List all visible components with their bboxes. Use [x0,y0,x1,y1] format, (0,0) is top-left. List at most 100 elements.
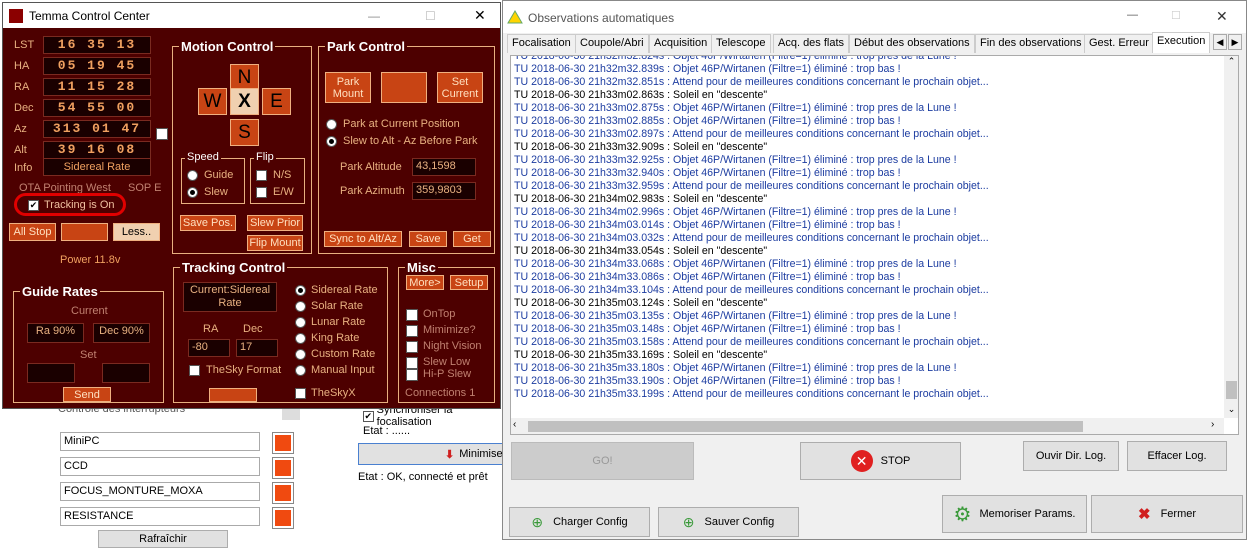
scroll-left-icon[interactable]: ‹ [513,419,516,430]
ew-checkbox[interactable] [256,187,267,198]
lunar-rate-radio[interactable] [295,317,306,328]
less-button[interactable]: Less.. [113,223,160,241]
tab-acquisition[interactable]: Acquisition [649,34,713,53]
coords-checkbox[interactable] [156,128,168,140]
disabled-button[interactable] [61,223,108,241]
tab-telescope[interactable]: Telescope [711,34,771,53]
more-button[interactable]: More> [406,275,444,290]
slew-prior-button[interactable]: Slew Prior [247,215,303,231]
ontop-checkbox[interactable] [406,309,418,321]
sidereal-rate-radio[interactable] [295,285,306,296]
log-horizontal-scrollbar[interactable]: ‹ › [511,418,1224,434]
switch-toggle-ccd[interactable] [272,457,294,479]
open-log-dir-button[interactable]: Ouvir Dir. Log. [1023,441,1119,471]
maximize-icon[interactable]: ☐ [425,9,436,23]
custom-rate-radio[interactable] [295,349,306,360]
night-vision-checkbox[interactable] [406,341,418,353]
scroll-down-icon[interactable]: ⌄ [1224,404,1238,415]
scroll-right-icon[interactable]: › [1211,419,1214,430]
slew-radio[interactable] [187,187,198,198]
king-rate-radio[interactable] [295,333,306,344]
clear-log-button[interactable]: Effacer Log. [1127,441,1227,471]
sync-alt-az-button[interactable]: Sync to Alt/Az [324,231,402,247]
log-line: TU 2018-06-30 21h35m03.158s : Attend pou… [514,336,989,348]
execution-log[interactable]: TU 2018-06-30 21h32m32.824s : Objet 46P/… [510,55,1239,435]
minimise-button[interactable]: ⬇ Minimise [358,443,505,465]
obs-close-icon[interactable]: ✕ [1216,8,1228,25]
log-line: TU 2018-06-30 21h34m33.068s : Objet 46P/… [514,258,957,270]
obs-titlebar: Observations automatiques — ☐ ✕ [503,1,1246,33]
unpark-button[interactable] [381,72,427,103]
dec-rate-input[interactable] [102,363,150,383]
hip-slew-checkbox[interactable] [406,369,418,381]
obs-maximize-icon[interactable]: ☐ [1171,9,1181,22]
solar-rate-radio[interactable] [295,301,306,312]
park-current-radio[interactable] [326,119,337,130]
obs-minimize-icon[interactable]: — [1127,9,1138,21]
theskyx-checkbox[interactable] [295,388,306,399]
temma-titlebar: Temma Control Center — ☐ ✕ [3,3,500,28]
park-save-button[interactable]: Save [409,231,447,247]
custom-rate-label: Custom Rate [311,348,376,360]
tab-acq-flats[interactable]: Acq. des flats [773,34,850,53]
guide-radio[interactable] [187,170,198,181]
minimize-icon[interactable]: — [368,9,380,23]
tab-scroll-right-icon[interactable]: ▶ [1228,34,1242,50]
tab-coupole[interactable]: Coupole/Abri [575,34,649,53]
flip-mount-button[interactable]: Flip Mount [247,235,303,251]
send-button[interactable]: Send [63,387,111,402]
park-get-button[interactable]: Get [453,231,491,247]
minimize-checkbox[interactable] [406,325,418,337]
park-altitude-input[interactable]: 43,1598 [412,158,476,176]
tab-execution[interactable]: Execution [1152,32,1211,53]
stop-x-button[interactable]: X [230,88,259,115]
manual-input-radio[interactable] [295,365,306,376]
tab-focalisation[interactable]: Focalisation [507,34,576,53]
tracking-dec-input[interactable]: 17 [236,339,278,357]
switch-toggle-focus[interactable] [272,482,294,504]
ns-checkbox[interactable] [256,170,267,181]
etat-label-1: Etat : ...... [363,425,411,437]
sync-checkbox[interactable]: ✔ [363,410,374,422]
stop-button[interactable]: ✕ STOP [800,442,961,480]
ra-rate-input[interactable] [27,363,75,383]
switch-toggle-resistance[interactable] [272,507,294,529]
close-icon[interactable]: ✕ [474,7,486,24]
south-button[interactable]: S [230,119,259,146]
scroll-up-icon[interactable]: ⌃ [1224,56,1238,67]
tab-scroll-left-icon[interactable]: ◀ [1213,34,1227,50]
vertical-scroll-thumb[interactable] [1226,381,1237,399]
log-line: TU 2018-06-30 21h33m32.909s : Soleil en … [514,141,768,153]
close-x-icon: ✖ [1137,506,1151,523]
tab-gest-erreur[interactable]: Gest. Erreur [1084,34,1154,53]
refresh-button[interactable]: Rafraîchir [98,530,228,548]
save-config-button[interactable]: ⊕ Sauver Config [658,507,799,537]
slew-low-checkbox[interactable] [406,357,418,369]
park-azimuth-label: Park Azimuth [340,185,405,197]
north-button[interactable]: N [230,64,259,91]
log-vertical-scrollbar[interactable]: ⌃ ⌄ [1224,56,1238,418]
all-stop-button[interactable]: All Stop [9,223,56,241]
memorize-params-button[interactable]: ⚙ Memoriser Params. [942,495,1087,533]
ha-label: HA [14,60,30,72]
park-azimuth-input[interactable]: 359,9803 [412,182,476,200]
set-current-button[interactable]: Set Current [437,72,483,103]
horizontal-scroll-thumb[interactable] [528,421,1083,432]
switch-toggle-minipc[interactable] [272,432,294,454]
tab-fin-observations[interactable]: Fin des observations [975,34,1087,53]
save-pos-button[interactable]: Save Pos. [180,215,236,231]
close-window-button[interactable]: ✖ Fermer [1091,495,1243,533]
slew-alt-az-radio[interactable] [326,136,337,147]
tracking-apply-button[interactable] [209,388,257,402]
thesky-format-checkbox[interactable] [189,365,200,376]
tab-debut-observations[interactable]: Début des observations [849,34,975,53]
east-button[interactable]: E [262,88,291,115]
tracking-ra-input[interactable]: -80 [188,339,230,357]
park-mount-button[interactable]: Park Mount [325,72,371,103]
setup-button[interactable]: Setup [450,275,488,290]
log-line: TU 2018-06-30 21h32m32.824s : Objet 46P/… [514,55,957,62]
go-button[interactable]: GO! [511,442,694,480]
load-config-button[interactable]: ⊕ Charger Config [509,507,650,537]
tracking-checkbox[interactable]: ✔ [28,200,39,211]
west-button[interactable]: W [198,88,227,115]
